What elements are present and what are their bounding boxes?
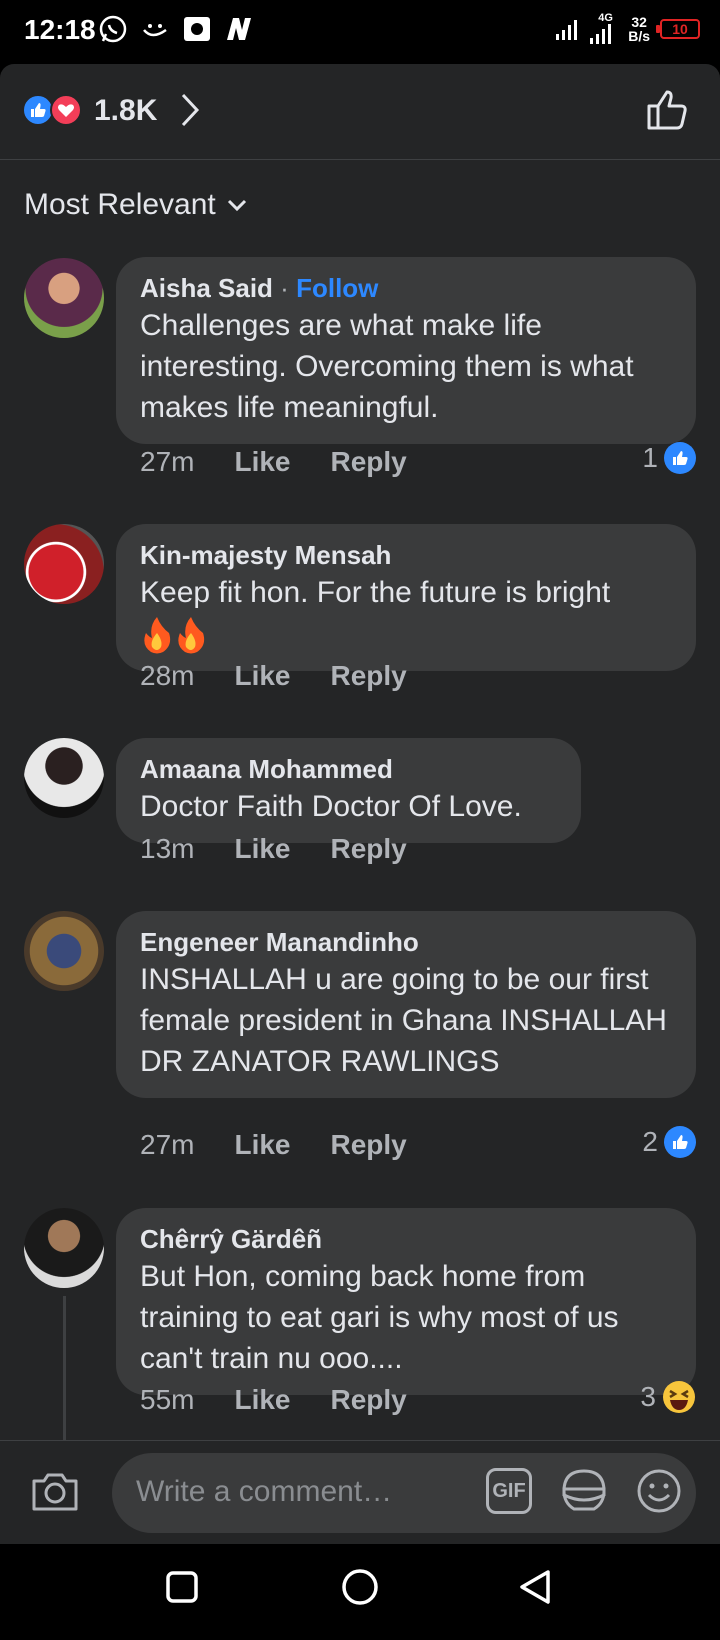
comments-sheet: 1.8K Most Relevant Aisha Said · Follow C…	[0, 64, 720, 1544]
like-button[interactable]: Like	[234, 446, 290, 478]
fire-emoji	[144, 617, 171, 654]
composer-icons: GIF	[486, 1467, 682, 1515]
thread-line	[63, 1296, 66, 1444]
whatsapp-icon	[99, 15, 127, 43]
gif-button[interactable]: GIF	[486, 1468, 532, 1514]
comment-reaction-count: 3	[640, 1381, 656, 1412]
comment-author[interactable]: Amaana Mohammed	[140, 752, 557, 786]
reply-button[interactable]: Reply	[331, 1384, 407, 1416]
comment-text: INSHALLAH u are going to be our first fe…	[140, 963, 667, 1078]
comment-text-body: Keep fit hon. For the future is bright	[140, 576, 611, 609]
battery-level: 10	[672, 21, 688, 37]
gif-label: GIF	[492, 1479, 526, 1502]
back-icon[interactable]	[518, 1568, 552, 1606]
like-button[interactable]: Like	[234, 1384, 290, 1416]
reaction-count[interactable]: 1.8K	[94, 94, 157, 128]
reply-button[interactable]: Reply	[331, 833, 407, 865]
comment-bubble[interactable]: Amaana Mohammed Doctor Faith Doctor Of L…	[116, 738, 581, 843]
like-icon	[664, 442, 696, 474]
comment-time[interactable]: 55m	[140, 1384, 194, 1416]
chevron-down-icon	[227, 199, 246, 212]
comment-text: Challenges are what make life interestin…	[140, 309, 634, 424]
network-speed: 32 B/s	[628, 15, 650, 43]
home-icon[interactable]	[340, 1567, 380, 1607]
reaction-summary[interactable]	[22, 94, 82, 126]
app-notification-icon	[184, 17, 210, 41]
comment-actions: 27m Like Reply	[140, 446, 407, 478]
avatar[interactable]	[24, 911, 104, 991]
system-navigation-bar	[0, 1544, 720, 1640]
avatar[interactable]	[24, 258, 104, 338]
comment-reactions[interactable]: 1	[642, 442, 696, 474]
comment-author[interactable]: Chêrrŷ Gärdêñ	[140, 1222, 672, 1256]
comment-time[interactable]: 13m	[140, 833, 194, 865]
comment-time[interactable]: 27m	[140, 1129, 194, 1161]
reply-button[interactable]: Reply	[331, 660, 407, 692]
emoji-icon[interactable]	[636, 1468, 682, 1514]
comment-reaction-count: 2	[642, 1126, 658, 1157]
signal-icon	[556, 20, 578, 40]
chevron-right-icon[interactable]	[180, 92, 200, 128]
sticker-icon[interactable]	[560, 1467, 608, 1515]
separator-dot: ·	[280, 273, 289, 303]
laughing-emoji	[663, 1381, 695, 1413]
comment-reactions[interactable]: 3	[640, 1380, 696, 1414]
comment-composer: Write a comment… GIF	[0, 1440, 720, 1544]
comment-bubble[interactable]: Aisha Said · Follow Challenges are what …	[116, 257, 696, 444]
avatar[interactable]	[24, 738, 104, 818]
thumbs-up-outline-icon[interactable]	[646, 88, 690, 132]
like-icon	[664, 1126, 696, 1158]
avatar[interactable]	[24, 524, 104, 604]
comment-reaction-count: 1	[642, 442, 658, 473]
speed-unit: B/s	[628, 28, 650, 44]
comment-text: But Hon, coming back home from training …	[140, 1260, 619, 1375]
reply-button[interactable]: Reply	[331, 446, 407, 478]
status-time: 12:18	[24, 14, 96, 45]
comment-bubble[interactable]: Chêrrŷ Gärdêñ But Hon, coming back home …	[116, 1208, 696, 1395]
comment-author[interactable]: Kin-majesty Mensah	[140, 538, 672, 572]
recent-apps-icon[interactable]	[165, 1570, 199, 1604]
comment-text: Doctor Faith Doctor Of Love.	[140, 790, 522, 823]
comment-author[interactable]: Engeneer Manandinho	[140, 925, 672, 959]
comment-actions: 55m Like Reply	[140, 1384, 407, 1416]
follow-button[interactable]: Follow	[296, 273, 378, 303]
like-button[interactable]: Like	[234, 660, 290, 692]
reactions-header: 1.8K	[0, 64, 720, 160]
comment-time[interactable]: 27m	[140, 446, 194, 478]
status-system-icons: 4G 32 B/s 10	[556, 12, 700, 44]
like-button[interactable]: Like	[234, 1129, 290, 1161]
comment-actions: 28m Like Reply	[140, 660, 407, 692]
sort-dropdown[interactable]: Most Relevant	[24, 188, 248, 222]
status-bar: 12:18 4G 32 B/s 10	[0, 0, 720, 64]
comment-header: Aisha Said · Follow	[140, 271, 672, 305]
comment-time[interactable]: 28m	[140, 660, 194, 692]
notification-icon	[143, 24, 167, 37]
comment-bubble[interactable]: Kin-majesty Mensah Keep fit hon. For the…	[116, 524, 696, 672]
comment-reactions[interactable]: 2	[642, 1126, 696, 1158]
avatar[interactable]	[24, 1208, 104, 1288]
n-app-icon	[227, 18, 251, 40]
comment-actions: 27m Like Reply	[140, 1129, 407, 1161]
comment-input[interactable]: Write a comment… GIF	[112, 1453, 696, 1533]
camera-icon[interactable]	[30, 1469, 80, 1513]
comment-text: Keep fit hon. For the future is bright	[140, 572, 672, 655]
comment-input-placeholder: Write a comment…	[136, 1475, 393, 1508]
status-notification-icons	[98, 14, 254, 44]
speed-value: 32	[631, 14, 647, 30]
battery-icon: 10	[656, 19, 700, 39]
fire-emoji	[178, 617, 205, 654]
like-button[interactable]: Like	[234, 833, 290, 865]
comment-author[interactable]: Aisha Said	[140, 273, 273, 303]
signal-4g-icon: 4G	[590, 12, 618, 44]
sort-label: Most Relevant	[24, 188, 216, 221]
comment-bubble[interactable]: Engeneer Manandinho INSHALLAH u are goin…	[116, 911, 696, 1098]
heart-icon	[50, 94, 82, 126]
reply-button[interactable]: Reply	[331, 1129, 407, 1161]
comment-actions: 13m Like Reply	[140, 833, 407, 865]
